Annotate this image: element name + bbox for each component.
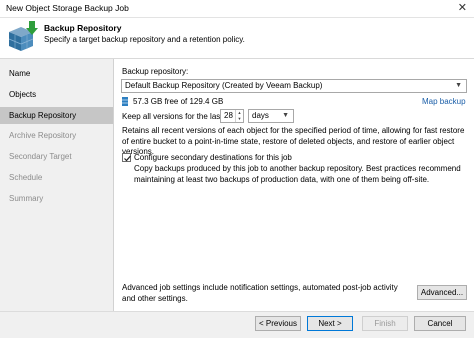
close-icon[interactable]: ✕: [458, 1, 467, 14]
cancel-button[interactable]: Cancel: [414, 316, 466, 331]
next-button[interactable]: Next >: [307, 316, 353, 331]
spin-arrows-icon[interactable]: ▲ ▼: [235, 110, 243, 122]
previous-button[interactable]: < Previous: [255, 316, 301, 331]
wizard-footer: < Previous Next > Finish Cancel: [0, 311, 474, 338]
step-backup-repository[interactable]: Backup Repository: [0, 107, 113, 124]
database-arrow-icon: [8, 21, 38, 51]
step-objects[interactable]: Objects: [0, 86, 113, 103]
secondary-destinations-label[interactable]: Configure secondary destinations for thi…: [134, 153, 292, 162]
step-name[interactable]: Name: [0, 65, 113, 82]
wizard-steps: Name Objects Backup Repository Archive R…: [0, 59, 114, 311]
wizard-content: Backup repository: Default Backup Reposi…: [114, 59, 474, 311]
step-archive-repository: Archive Repository: [9, 131, 77, 140]
retention-unit-select[interactable]: days ▼: [248, 109, 294, 123]
retention-label: Keep all versions for the last:: [122, 112, 225, 121]
finish-button: Finish: [362, 316, 408, 331]
retention-value-input[interactable]: 28 ▲ ▼: [220, 109, 244, 123]
step-schedule: Schedule: [9, 173, 43, 182]
page-title: Backup Repository: [44, 23, 122, 33]
advanced-settings-text: Advanced job settings include notificati…: [122, 283, 398, 303]
retention-unit: days: [252, 111, 269, 120]
repository-selected-value: Default Backup Repository (Created by Ve…: [125, 81, 323, 90]
title-bar: New Object Storage Backup Job ✕: [0, 0, 474, 18]
window-title: New Object Storage Backup Job: [6, 3, 129, 13]
advanced-button[interactable]: Advanced...: [417, 285, 467, 300]
free-space-text: 57.3 GB free of 129.4 GB: [133, 97, 224, 106]
secondary-description: Copy backups produced by this job to ano…: [134, 164, 461, 184]
chevron-down-icon: ▼: [455, 82, 462, 89]
step-secondary-target: Secondary Target: [9, 152, 72, 161]
secondary-destinations-checkbox[interactable]: [122, 153, 131, 162]
repository-label: Backup repository:: [122, 67, 189, 76]
map-backup-link[interactable]: Map backup: [422, 97, 466, 106]
repository-select[interactable]: Default Backup Repository (Created by Ve…: [121, 79, 467, 93]
step-summary: Summary: [9, 194, 44, 203]
retention-value: 28: [224, 111, 233, 120]
checkmark-icon: [124, 155, 131, 162]
storage-icon: [122, 97, 128, 106]
page-subtitle: Specify a target backup repository and a…: [44, 35, 245, 44]
wizard-header: Backup Repository Specify a target backu…: [0, 18, 474, 59]
chevron-down-icon: ▼: [282, 112, 289, 119]
